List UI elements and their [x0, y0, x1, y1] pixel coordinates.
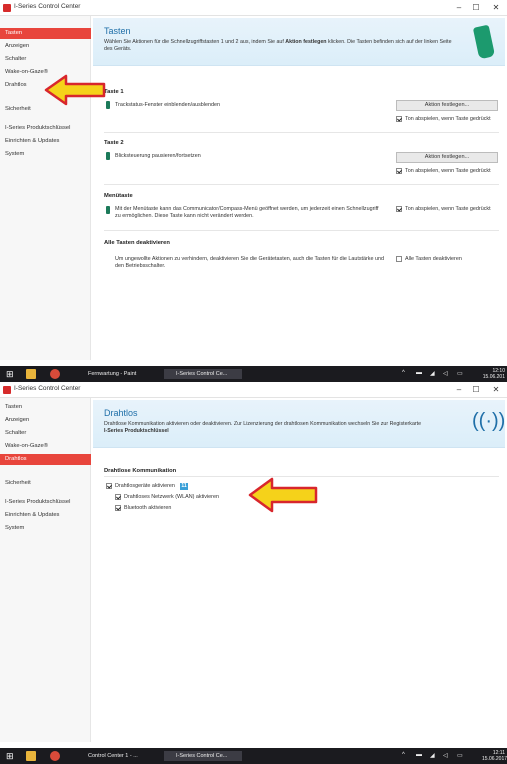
sidebar-item-einrichten[interactable]: Einrichten & Updates: [0, 136, 91, 147]
minimize-button[interactable]: –: [453, 2, 465, 13]
annotation-arrow: [44, 74, 106, 106]
window-title: I-Series Control Center: [14, 3, 81, 10]
sidebar-item-schalter[interactable]: Schalter: [0, 54, 91, 65]
annotation-arrow: [248, 477, 318, 513]
sidebar-item-einrichten[interactable]: Einrichten & Updates: [0, 510, 91, 521]
taste1-set-action-button[interactable]: Aktion festlegen...: [396, 100, 498, 111]
clock[interactable]: 12:11 15.06.2017: [482, 750, 507, 762]
minimize-button[interactable]: –: [453, 384, 465, 395]
taste1-action-text: Trackstatus-Fenster einblenden/ausblende…: [115, 102, 220, 108]
screenshot-drahtlos: I-Series Control Center – ☐ ✕ Tasten Anz…: [0, 382, 507, 764]
window-title: I-Series Control Center: [14, 385, 81, 392]
sidebar-item-tasten[interactable]: Tasten: [0, 28, 91, 39]
network-icon[interactable]: ◢: [430, 370, 435, 377]
close-button[interactable]: ✕: [490, 384, 502, 395]
sidebar: Tasten Anzeigen Schalter Wake-on-Gaze® D…: [0, 16, 91, 360]
page-description: Drahtlose Kommunikation aktivieren oder …: [104, 421, 422, 434]
info-badge: 11: [180, 483, 188, 490]
browser-icon[interactable]: [50, 369, 60, 379]
menu-key-icon: [106, 206, 110, 214]
volume-icon[interactable]: ◁: [443, 752, 448, 759]
deaktivieren-text: Um ungewollte Aktionen zu verhindern, de…: [115, 256, 384, 269]
tray-chevron-icon[interactable]: ^: [402, 752, 405, 758]
sidebar-item-sicherheit[interactable]: Sicherheit: [0, 478, 91, 489]
windows-start-icon[interactable]: ⊞: [6, 751, 16, 761]
taste2-action-text: Blicksteuerung pausieren/fortsetzen: [115, 153, 201, 159]
enable-bluetooth-checkbox[interactable]: [115, 505, 121, 511]
sidebar-item-tasten[interactable]: Tasten: [0, 402, 91, 413]
file-explorer-icon[interactable]: [26, 751, 36, 761]
taste2-sound-checkbox[interactable]: [396, 168, 402, 174]
key-icon: [106, 152, 110, 160]
sidebar-item-anzeigen[interactable]: Anzeigen: [0, 41, 91, 52]
maximize-button[interactable]: ☐: [470, 384, 482, 395]
app-icon: [3, 4, 11, 12]
battery-icon[interactable]: ▬: [416, 370, 422, 376]
sidebar: Tasten Anzeigen Schalter Wake-on-Gaze® D…: [0, 398, 91, 742]
menutaste-sound-checkbox[interactable]: [396, 206, 402, 212]
enable-wireless-checkbox[interactable]: [106, 483, 112, 489]
browser-icon[interactable]: [50, 751, 60, 761]
divider: [104, 132, 499, 133]
taskbar-item-control-center[interactable]: I-Series Control Ce...: [164, 369, 242, 379]
sidebar-item-schalter[interactable]: Schalter: [0, 428, 91, 439]
page-header: Drahtlos Drahtlose Kommunikation aktivie…: [93, 400, 505, 448]
sidebar-item-system[interactable]: System: [0, 149, 91, 160]
sidebar-item-wake-on-gaze[interactable]: Wake-on-Gaze®: [0, 441, 91, 452]
enable-wlan-checkbox[interactable]: [115, 494, 121, 500]
battery-icon[interactable]: ▬: [416, 752, 422, 758]
divider: [104, 230, 499, 231]
network-icon[interactable]: ◢: [430, 752, 435, 759]
sidebar-item-anzeigen[interactable]: Anzeigen: [0, 415, 91, 426]
device-icon: [472, 24, 496, 60]
taskbar-item-control-center-1[interactable]: Control Center 1 - ...: [76, 751, 158, 761]
enable-bluetooth-label: Bluetooth aktivieren: [124, 505, 172, 511]
sidebar-item-produktschluessel[interactable]: I-Series Produktschlüssel: [0, 123, 91, 134]
tray-chevron-icon[interactable]: ^: [402, 370, 405, 376]
maximize-button[interactable]: ☐: [470, 2, 482, 13]
taste2-sound-label: Ton abspielen, wenn Taste gedrückt: [405, 168, 491, 174]
taskbar-item-paint[interactable]: Fernwartung - Paint: [76, 369, 158, 379]
enable-wireless-label: Drahtlosgeräte aktivieren: [115, 483, 175, 489]
wireless-icon: ((·)): [472, 410, 506, 432]
enable-wlan-label: Drahtloses Netzwerk (WLAN) aktivieren: [124, 494, 219, 500]
menutaste-heading: Menütaste: [104, 193, 133, 199]
title-bar: I-Series Control Center – ☐ ✕: [0, 382, 507, 398]
taste1-heading: Taste 1: [104, 89, 124, 95]
page-title: Tasten: [104, 26, 131, 36]
close-button[interactable]: ✕: [490, 2, 502, 13]
divider: [104, 184, 499, 185]
app-icon: [3, 386, 11, 394]
menutaste-sound-label: Ton abspielen, wenn Taste gedrückt: [405, 206, 491, 212]
page-header: Tasten Wählen Sie Aktionen für die Schne…: [93, 18, 505, 66]
taste1-sound-checkbox[interactable]: [396, 116, 402, 122]
volume-icon[interactable]: ◁: [443, 370, 448, 377]
page-title: Drahtlos: [104, 408, 138, 418]
keyboard-icon[interactable]: ▭: [457, 752, 463, 759]
disable-all-keys-checkbox[interactable]: [396, 256, 402, 262]
wireless-section-heading: Drahtlose Kommunikation: [104, 468, 177, 474]
sidebar-item-drahtlos[interactable]: Drahtlos: [0, 454, 91, 465]
taste2-heading: Taste 2: [104, 140, 124, 146]
taste2-set-action-button[interactable]: Aktion festlegen...: [396, 152, 498, 163]
taste1-sound-label: Ton abspielen, wenn Taste gedrückt: [405, 116, 491, 122]
sidebar-item-system[interactable]: System: [0, 523, 91, 534]
taskbar-item-control-center[interactable]: I-Series Control Ce...: [164, 751, 242, 761]
clock[interactable]: 12:10 15.06.201: [482, 368, 505, 380]
windows-start-icon[interactable]: ⊞: [6, 369, 16, 379]
deaktivieren-heading: Alle Tasten deaktivieren: [104, 240, 170, 246]
file-explorer-icon[interactable]: [26, 369, 36, 379]
title-bar: I-Series Control Center – ☐ ✕: [0, 0, 507, 16]
page-description: Wählen Sie Aktionen für die Schnellzugri…: [104, 39, 452, 52]
keyboard-icon[interactable]: ▭: [457, 370, 463, 377]
taskbar: ⊞ Fernwartung - Paint I-Series Control C…: [0, 366, 507, 382]
sidebar-item-produktschluessel[interactable]: I-Series Produktschlüssel: [0, 497, 91, 508]
taskbar: ⊞ Control Center 1 - ... I-Series Contro…: [0, 748, 507, 764]
key-icon: [106, 101, 110, 109]
disable-all-keys-label: Alle Tasten deaktivieren: [405, 256, 462, 262]
menutaste-text: Mit der Menütaste kann das Communicator/…: [115, 206, 379, 219]
screenshot-tasten: I-Series Control Center – ☐ ✕ Tasten Anz…: [0, 0, 507, 382]
